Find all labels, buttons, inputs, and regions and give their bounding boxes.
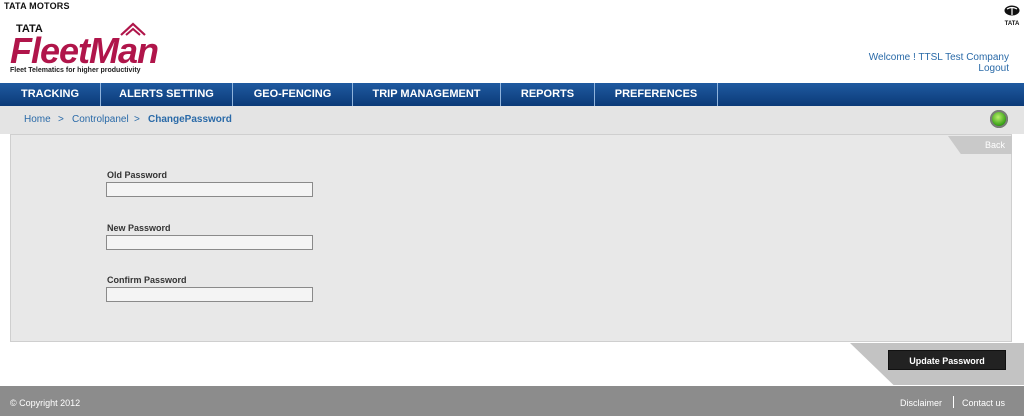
breadcrumb-separator: > xyxy=(58,114,64,125)
breadcrumb-home[interactable]: Home xyxy=(24,114,51,125)
update-password-button[interactable]: Update Password xyxy=(888,350,1006,370)
new-password-field[interactable] xyxy=(106,235,313,250)
nav-geo-fencing[interactable]: GEO-FENCING xyxy=(233,83,353,106)
main-nav: TRACKING ALERTS SETTING GEO-FENCING TRIP… xyxy=(0,83,1024,106)
tata-logo-label: TATA xyxy=(1004,21,1020,27)
copyright-text: © Copyright 2012 xyxy=(10,398,81,408)
tata-logo: TATA xyxy=(1004,3,1020,27)
breadcrumb-separator: > xyxy=(134,114,140,125)
page-header: TATA MOTORS TATA FleetMan Fleet Telemati… xyxy=(0,0,1024,83)
confirm-password-field[interactable] xyxy=(106,287,313,302)
footer-divider xyxy=(953,396,954,408)
breadcrumb: Home > Controlpanel > ChangePassword xyxy=(0,106,1024,134)
nav-preferences[interactable]: PREFERENCES xyxy=(595,83,718,106)
disclaimer-link[interactable]: Disclaimer xyxy=(900,398,942,408)
nav-tracking[interactable]: TRACKING xyxy=(0,83,101,106)
nav-trip-management[interactable]: TRIP MANAGEMENT xyxy=(353,83,501,106)
breadcrumb-current: ChangePassword xyxy=(148,114,232,125)
fleetman-logo[interactable]: FleetMan xyxy=(10,30,159,72)
page-footer xyxy=(0,386,1024,416)
logout-link[interactable]: Logout xyxy=(978,63,1009,74)
breadcrumb-controlpanel[interactable]: Controlpanel xyxy=(72,114,129,125)
contact-us-link[interactable]: Contact us xyxy=(962,398,1005,408)
back-button[interactable]: Back xyxy=(985,140,1005,150)
tata-emblem-icon xyxy=(1004,5,1020,16)
nav-reports[interactable]: REPORTS xyxy=(501,83,595,106)
status-indicator-icon xyxy=(990,110,1008,128)
old-password-label: Old Password xyxy=(107,170,168,180)
tata-motors-brand: TATA MOTORS xyxy=(4,1,70,11)
new-password-label: New Password xyxy=(107,223,171,233)
confirm-password-label: Confirm Password xyxy=(107,275,187,285)
logo-tagline: Fleet Telematics for higher productivity xyxy=(10,67,141,74)
welcome-text: Welcome ! TTSL Test Company xyxy=(868,52,1009,63)
old-password-field[interactable] xyxy=(106,182,313,197)
nav-alerts-setting[interactable]: ALERTS SETTING xyxy=(101,83,233,106)
